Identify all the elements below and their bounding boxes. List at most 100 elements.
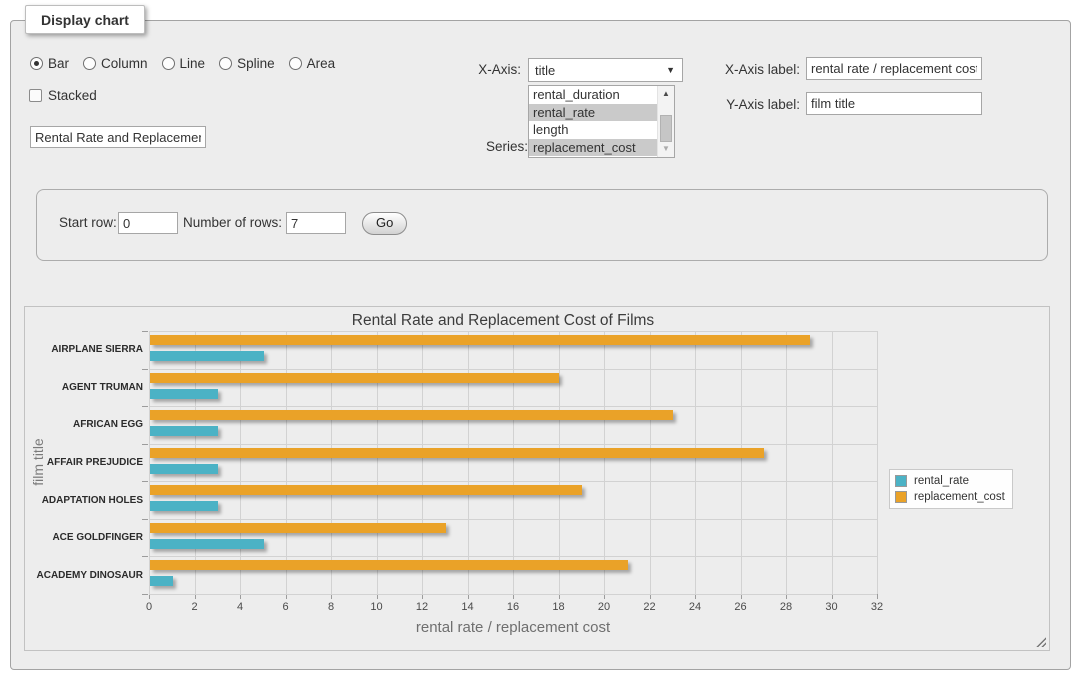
scroll-down-icon[interactable]: ▼ <box>658 142 674 156</box>
gridline-vertical <box>377 331 378 594</box>
gridline-vertical <box>786 331 787 594</box>
go-button[interactable]: Go <box>362 212 407 235</box>
gridline-vertical <box>741 331 742 594</box>
number-of-rows-input[interactable] <box>286 212 346 234</box>
bar-rental_rate-5 <box>150 539 264 549</box>
bar-rental_rate-0 <box>150 351 264 361</box>
bar-replacement_cost-3 <box>150 448 764 458</box>
y-axis-tick <box>142 594 148 595</box>
x-axis-selected-value: title <box>535 63 555 78</box>
gridline-vertical <box>559 331 560 594</box>
x-axis-tick-label: 6 <box>269 601 303 613</box>
gridline-horizontal <box>149 369 877 370</box>
chart-type-column[interactable]: Column <box>83 56 148 71</box>
y-axis-tick <box>142 406 148 407</box>
y-axis-tick <box>142 481 148 482</box>
radio-unchecked-icon[interactable] <box>162 57 175 70</box>
radio-unchecked-icon[interactable] <box>289 57 302 70</box>
legend-label: replacement_cost <box>914 491 1005 503</box>
x-axis-tick-label: 30 <box>815 601 849 613</box>
gridline-vertical <box>513 331 514 594</box>
x-axis-tick-label: 28 <box>769 601 803 613</box>
legend-swatch-rental_rate <box>895 475 907 487</box>
series-option-replacement_cost[interactable]: replacement_cost <box>529 139 674 157</box>
legend-entry: replacement_cost <box>893 489 1005 505</box>
chart-type-spline[interactable]: Spline <box>219 56 275 71</box>
row-range-panel: Start row: Number of rows: Go <box>36 189 1048 261</box>
start-row-label: Start row: <box>59 215 117 230</box>
x-axis-title: rental rate / replacement cost <box>149 619 877 636</box>
category-label: AGENT TRUMAN <box>31 381 143 394</box>
bar-rental_rate-6 <box>150 576 173 586</box>
series-option-length[interactable]: length <box>529 121 674 139</box>
chart-type-line[interactable]: Line <box>162 56 206 71</box>
chart-type-label: Bar <box>48 56 69 71</box>
category-label: AIRPLANE SIERRA <box>31 343 143 356</box>
y-axis-tick <box>142 444 148 445</box>
chart-title: Rental Rate and Replacement Cost of Film… <box>139 312 867 330</box>
x-axis-tick-label: 8 <box>314 601 348 613</box>
y-axis-tick <box>142 331 148 332</box>
bar-rental_rate-1 <box>150 389 218 399</box>
gridline-horizontal <box>149 406 877 407</box>
legend-swatch-replacement_cost <box>895 491 907 503</box>
gridline-vertical <box>195 331 196 594</box>
stacked-checkbox[interactable] <box>29 89 42 102</box>
stacked-checkbox-row[interactable]: Stacked <box>29 88 97 103</box>
category-label: ADAPTATION HOLES <box>31 494 143 507</box>
category-label: AFRICAN EGG <box>31 418 143 431</box>
bar-rental_rate-3 <box>150 464 218 474</box>
series-listbox-scrollbar[interactable]: ▲ ▼ <box>657 86 674 157</box>
category-label: ACE GOLDFINGER <box>31 531 143 544</box>
category-label: AFFAIR PREJUDICE <box>31 456 143 469</box>
start-row-input[interactable] <box>118 212 178 234</box>
x-axis-tick-label: 0 <box>132 601 166 613</box>
resize-handle-icon[interactable] <box>1034 635 1046 647</box>
gridline-horizontal <box>149 519 877 520</box>
bar-replacement_cost-4 <box>150 485 582 495</box>
bar-rental_rate-4 <box>150 501 218 511</box>
gridline-horizontal <box>149 444 877 445</box>
bar-replacement_cost-2 <box>150 410 673 420</box>
x-axis-tick-label: 12 <box>405 601 439 613</box>
scrollbar-thumb[interactable] <box>660 115 672 142</box>
x-axis-tick-label: 2 <box>178 601 212 613</box>
series-option-rental_duration[interactable]: rental_duration <box>529 86 674 104</box>
gridline-vertical <box>650 331 651 594</box>
chart-type-label: Spline <box>237 56 275 71</box>
series-listbox-options: rental_durationrental_ratelengthreplacem… <box>529 86 674 156</box>
x-axis-label-input[interactable] <box>806 57 982 80</box>
scroll-up-icon[interactable]: ▲ <box>658 87 674 101</box>
x-axis-select[interactable]: title ▼ <box>528 58 683 82</box>
gridline-vertical <box>468 331 469 594</box>
chart-type-area[interactable]: Area <box>289 56 336 71</box>
gridline-horizontal <box>149 481 877 482</box>
gridline-vertical <box>286 331 287 594</box>
chart-type-radio-group: Bar Column Line Spline Area <box>30 56 335 71</box>
gridline-vertical <box>604 331 605 594</box>
radio-unchecked-icon[interactable] <box>219 57 232 70</box>
gridline-horizontal <box>149 594 877 595</box>
chart: Rental Rate and Replacement Cost of Film… <box>24 306 1050 651</box>
category-label: ACADEMY DINOSAUR <box>31 569 143 582</box>
y-axis-title: film title <box>30 402 46 522</box>
x-axis-tick-label: 20 <box>587 601 621 613</box>
radio-unchecked-icon[interactable] <box>83 57 96 70</box>
radio-checked-icon[interactable] <box>30 57 43 70</box>
gridline-vertical <box>877 331 878 594</box>
y-axis-label-input[interactable] <box>806 92 982 115</box>
y-axis-label-field-label: Y-Axis label: <box>690 97 800 112</box>
chart-legend: rental_rate replacement_cost <box>889 469 1013 509</box>
gridline-horizontal <box>149 556 877 557</box>
series-option-rental_rate[interactable]: rental_rate <box>529 104 674 122</box>
gridline-vertical <box>422 331 423 594</box>
chart-type-bar[interactable]: Bar <box>30 56 69 71</box>
series-listbox[interactable]: rental_durationrental_ratelengthreplacem… <box>528 85 675 158</box>
panel-title: Display chart <box>25 5 145 34</box>
chart-title-input[interactable] <box>30 126 206 148</box>
legend-entry: rental_rate <box>893 473 1005 489</box>
x-axis-tick-label: 10 <box>360 601 394 613</box>
x-axis-tick-label: 22 <box>633 601 667 613</box>
y-axis-tick <box>142 556 148 557</box>
x-axis-tick-label: 24 <box>678 601 712 613</box>
